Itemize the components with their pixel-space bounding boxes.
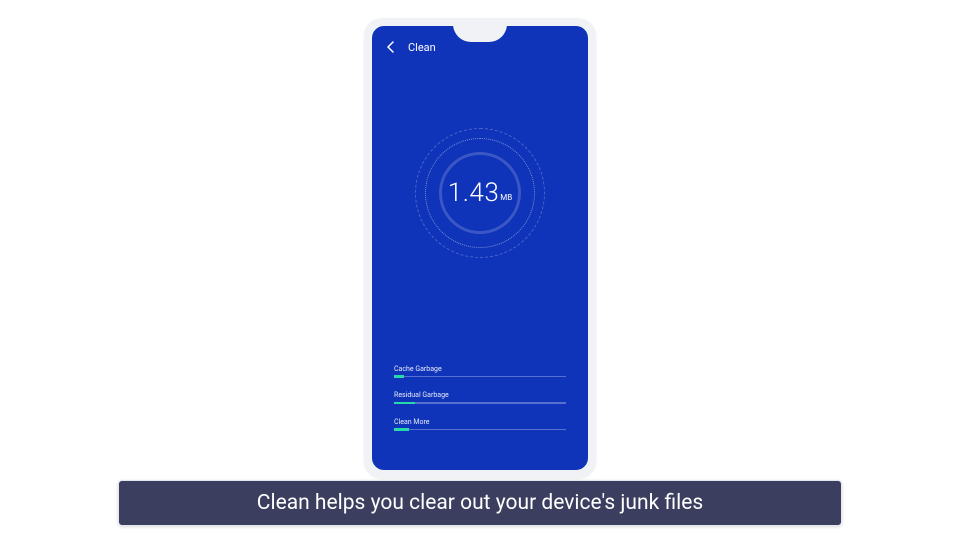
back-icon[interactable]: [384, 40, 398, 54]
category-track: [394, 376, 566, 378]
category-clean-more[interactable]: Clean More: [394, 418, 566, 431]
category-label: Residual Garbage: [394, 391, 566, 399]
caption-text: Clean helps you clear out your device's …: [257, 491, 703, 515]
scan-gauge: 1.43 MB: [415, 128, 545, 258]
junk-size-value: 1.43: [448, 178, 500, 208]
category-list: Cache Garbage Residual Garbage Clean Mor…: [394, 365, 566, 445]
category-cache-garbage[interactable]: Cache Garbage: [394, 365, 566, 378]
category-label: Cache Garbage: [394, 365, 566, 373]
page-title: Clean: [408, 41, 436, 54]
category-track: [394, 402, 566, 404]
phone-frame: Clean 1.43 MB Cache Garbage Residual Gar…: [364, 18, 596, 478]
category-fill: [394, 428, 409, 431]
category-residual-garbage[interactable]: Residual Garbage: [394, 391, 566, 404]
junk-size-unit: MB: [500, 193, 512, 202]
category-fill: [394, 375, 404, 378]
gauge-center: 1.43 MB: [415, 128, 545, 258]
caption-bar: Clean helps you clear out your device's …: [118, 480, 842, 526]
category-label: Clean More: [394, 418, 566, 426]
category-fill: [394, 402, 415, 405]
phone-screen: Clean 1.43 MB Cache Garbage Residual Gar…: [372, 26, 588, 470]
category-track: [394, 429, 566, 431]
